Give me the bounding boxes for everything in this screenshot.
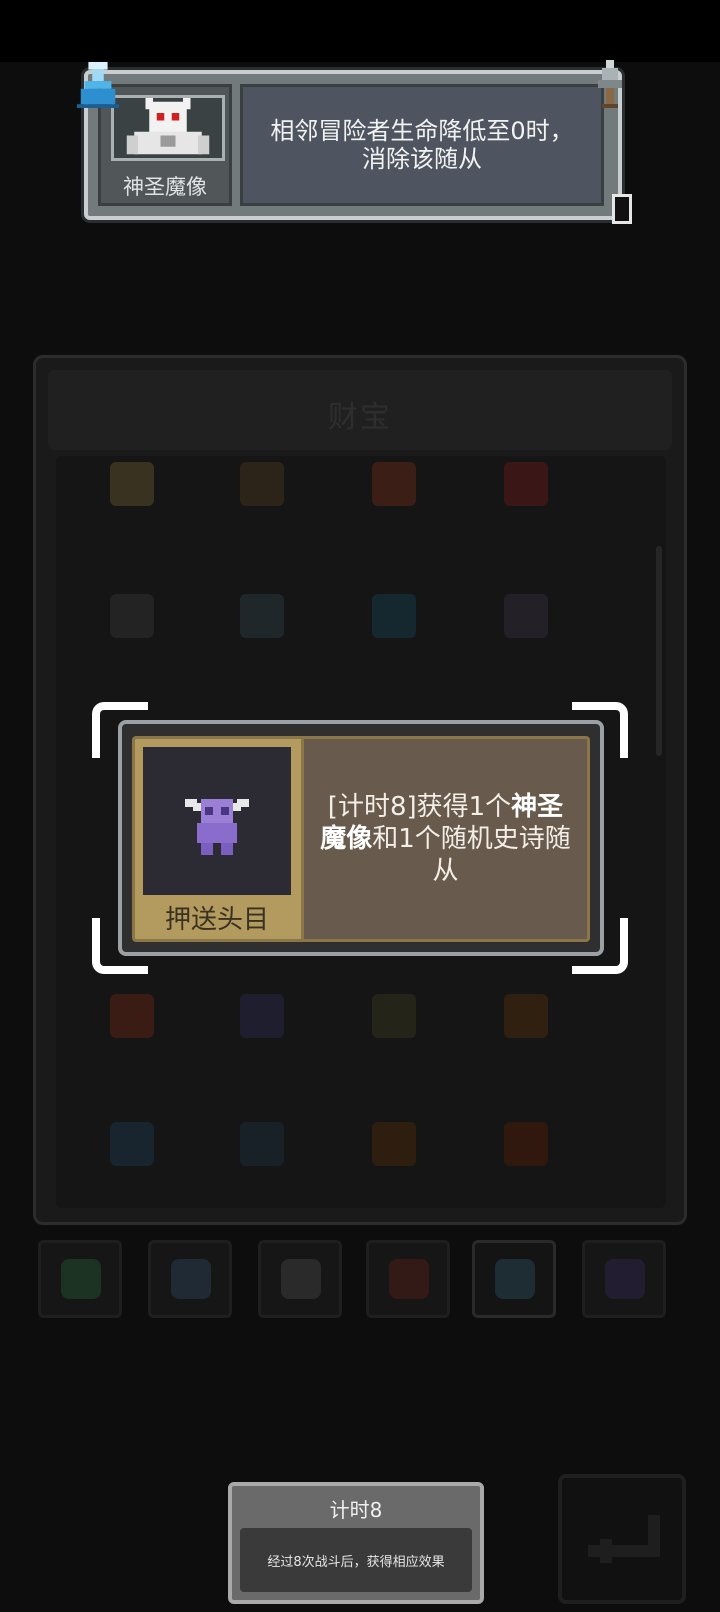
treasure-title: 财宝 [328,400,392,435]
follower-name: 神圣魔像 [123,175,207,199]
fire-icon [372,1122,416,1166]
treasure-item[interactable] [100,452,164,516]
treasure-item[interactable] [230,452,294,516]
treasure-item[interactable] [100,1112,164,1176]
follower-info-card: 神圣魔像 相邻冒险者生命降低至0时，消除该随从 [84,70,622,220]
axe-icon [240,594,284,638]
tab-diamond-purple[interactable] [582,1240,666,1318]
flask-icon [76,62,120,108]
phone-icon [110,594,154,638]
treasure-item[interactable] [494,984,558,1048]
treasure-item[interactable] [494,584,558,648]
spider-icon [504,594,548,638]
tab-bone[interactable] [258,1240,342,1318]
tab-clover[interactable] [38,1240,122,1318]
treasure-item[interactable] [362,984,426,1048]
tab-cat[interactable] [366,1240,450,1318]
spear-icon [504,994,548,1038]
item-detail-frame: 押送头目 [计时8]获得1个神圣魔像和1个随机史诗随从 [132,736,590,942]
sword-gem-icon [598,60,622,108]
page-marker [612,194,632,224]
shield-orb-icon [372,462,416,506]
item-desc-suffix: 和1个随机史诗随从 [372,824,571,886]
heart-box-icon [504,1122,548,1166]
cat-mask-icon [389,1259,429,1299]
timer-tooltip: 计时8 经过8次战斗后，获得相应效果 [228,1482,484,1604]
blade-icon [110,1122,154,1166]
status-bar-area [0,0,720,62]
diamond-icon [495,1259,535,1299]
treasure-item[interactable] [230,1112,294,1176]
wing-icon [240,1122,284,1166]
treasure-item[interactable] [100,984,164,1048]
follower-description: 相邻冒险者生命降低至0时，消除该随从 [240,84,604,206]
scroll-icon [110,994,154,1038]
treasure-item[interactable] [100,584,164,648]
treasure-item[interactable] [362,1112,426,1176]
helmet-icon [240,994,284,1038]
treasure-header: 财宝 [48,370,672,450]
treasure-item[interactable] [230,584,294,648]
timer-description: 经过8次战斗后，获得相应效果 [240,1528,472,1592]
golem-portrait [111,95,225,161]
bone-icon [281,1259,321,1299]
item-name: 押送头目 [164,905,269,935]
potion-icon [171,1259,211,1299]
treasure-item[interactable] [230,984,294,1048]
treasure-item[interactable] [494,452,558,516]
item-detail-popup[interactable]: 押送头目 [计时8]获得1个神圣魔像和1个随机史诗随从 [118,720,604,956]
tab-potion[interactable] [148,1240,232,1318]
clover-icon [61,1259,101,1299]
chest-icon [504,462,548,506]
tab-diamond-blue[interactable] [472,1240,556,1318]
item-desc-prefix: [计时8]获得1个 [327,792,512,822]
treasure-scrollbar[interactable] [656,546,662,756]
treasure-item[interactable] [494,1112,558,1176]
item-description: [计时8]获得1个神圣魔像和1个随机史诗随从 [301,739,587,939]
golem-icon [126,98,210,155]
pickaxe-icon [240,462,284,506]
diamond-icon [605,1259,645,1299]
treasure-item[interactable] [362,452,426,516]
lamp-icon [372,994,416,1038]
crossed-swords-icon [110,462,154,506]
escort-boss-icon [185,799,249,855]
item-art [143,747,291,895]
return-button[interactable] [558,1474,686,1604]
return-arrow-icon [588,1515,660,1563]
treasure-item[interactable] [362,584,426,648]
timer-title: 计时8 [329,1498,383,1522]
crystal-ball-icon [372,594,416,638]
